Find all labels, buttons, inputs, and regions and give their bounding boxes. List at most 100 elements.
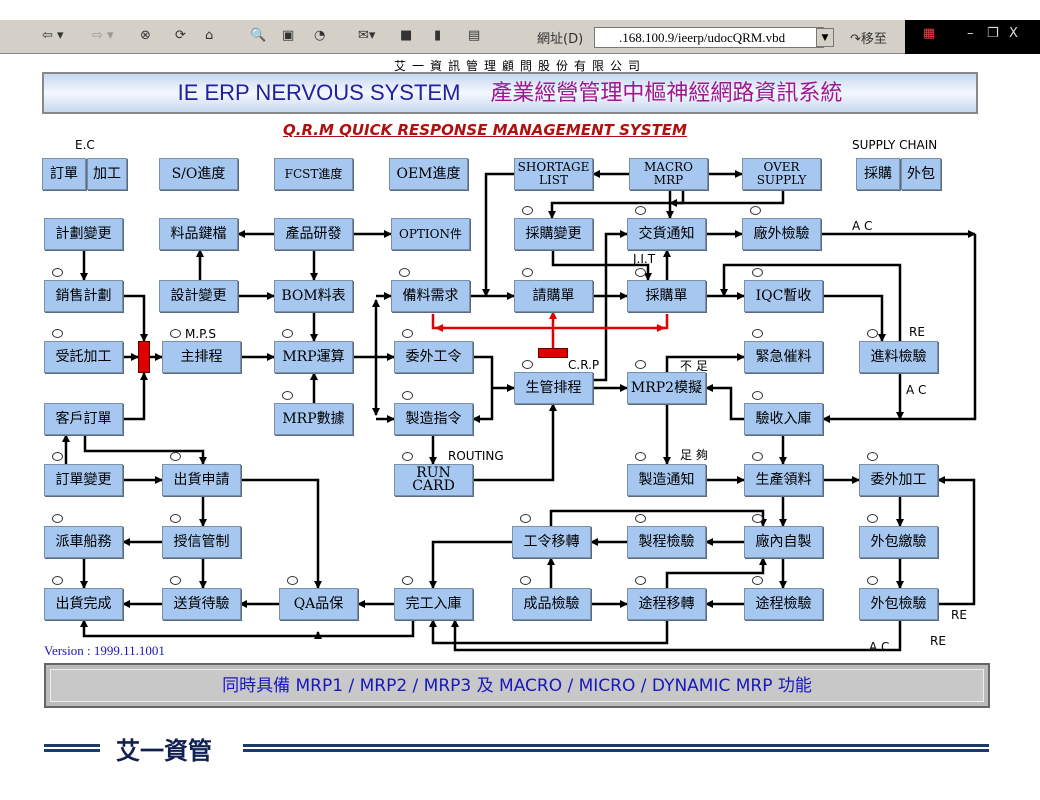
node-so-progress[interactable]: S/O進度 bbox=[159, 158, 238, 190]
status-indicator-icon bbox=[752, 452, 763, 461]
status-indicator-icon bbox=[170, 452, 181, 461]
status-indicator-icon bbox=[402, 576, 413, 585]
node-material-issue[interactable]: 生產領料 bbox=[744, 464, 823, 496]
node-production-schedule[interactable]: 生管排程 bbox=[514, 372, 593, 404]
status-indicator-icon bbox=[752, 329, 763, 338]
node-sales-plan[interactable]: 銷售計劃 bbox=[44, 280, 123, 312]
flow-arrow bbox=[549, 509, 767, 527]
status-indicator-icon bbox=[752, 391, 763, 400]
node-iqc-receipt[interactable]: IQC暫收 bbox=[744, 280, 823, 312]
node-final-inspection[interactable]: 成品檢驗 bbox=[512, 588, 591, 620]
flow-arrow bbox=[937, 476, 976, 606]
node-order[interactable]: 訂單 bbox=[42, 158, 86, 190]
status-indicator-icon bbox=[867, 514, 878, 523]
flow-arrow bbox=[551, 250, 652, 281]
node-work-order[interactable]: 製造指令 bbox=[394, 403, 473, 435]
status-indicator-icon bbox=[402, 452, 413, 461]
node-wo-transfer[interactable]: 工令移轉 bbox=[512, 526, 591, 558]
node-subcontract-submit[interactable]: 外包繳驗 bbox=[859, 526, 938, 558]
status-indicator-icon bbox=[170, 329, 181, 338]
flow-arrow bbox=[451, 619, 902, 652]
node-oem-progress[interactable]: OEM進度 bbox=[389, 158, 468, 190]
node-shipment-complete[interactable]: 出貨完成 bbox=[44, 588, 123, 620]
node-order-change[interactable]: 訂單變更 bbox=[44, 464, 123, 496]
node-fcst-progress[interactable]: FCST進度 bbox=[274, 158, 353, 190]
node-plan-change[interactable]: 計劃變更 bbox=[44, 218, 123, 250]
node-urgent-expedite[interactable]: 緊急催料 bbox=[744, 341, 823, 373]
status-indicator-icon bbox=[752, 268, 763, 277]
node-run-card[interactable]: RUN CARD bbox=[394, 464, 473, 496]
node-subcontract-order[interactable]: 委外工令 bbox=[394, 341, 473, 373]
node-routing-inspection[interactable]: 途程檢驗 bbox=[744, 588, 823, 620]
node-qa[interactable]: QA品保 bbox=[279, 588, 358, 620]
status-indicator-icon bbox=[635, 360, 646, 369]
status-indicator-icon bbox=[52, 268, 63, 277]
flow-arrow bbox=[429, 540, 512, 589]
node-delivery-pending[interactable]: 送貨待驗 bbox=[162, 588, 241, 620]
node-credit-control[interactable]: 授信管制 bbox=[162, 526, 241, 558]
status-indicator-icon bbox=[867, 576, 878, 585]
node-incoming-inspection[interactable]: 進料檢驗 bbox=[859, 341, 938, 373]
flow-arrow bbox=[429, 619, 669, 645]
status-indicator-icon bbox=[635, 268, 646, 277]
node-mfg-notice[interactable]: 製造通知 bbox=[627, 464, 706, 496]
node-macro-mrp[interactable]: MACRO MRP bbox=[629, 158, 708, 190]
status-indicator-icon bbox=[52, 514, 63, 523]
node-outsource[interactable]: 外包 bbox=[901, 158, 941, 190]
flow-arrow bbox=[123, 294, 148, 342]
flow-arrow bbox=[548, 190, 785, 219]
status-indicator-icon bbox=[750, 206, 761, 215]
node-purchase-order[interactable]: 採購單 bbox=[627, 280, 706, 312]
node-dispatch-shipping[interactable]: 派車船務 bbox=[44, 526, 123, 558]
node-design-change[interactable]: 設計變更 bbox=[159, 280, 238, 312]
node-product-rd[interactable]: 產品研發 bbox=[274, 218, 353, 250]
status-indicator-icon bbox=[635, 206, 646, 215]
node-shortage-list[interactable]: SHORTAGE LIST bbox=[514, 158, 593, 190]
node-mrp2-simulation[interactable]: MRP2模擬 bbox=[627, 372, 706, 404]
status-indicator-icon bbox=[52, 329, 63, 338]
node-po-change[interactable]: 採購變更 bbox=[514, 218, 593, 250]
node-routing-transfer[interactable]: 途程移轉 bbox=[627, 588, 706, 620]
flow-arrow bbox=[473, 403, 557, 482]
flow-arrow bbox=[705, 384, 744, 421]
node-mrp-data[interactable]: MRP數據 bbox=[274, 403, 353, 435]
node-mrp-run[interactable]: MRP運算 bbox=[274, 341, 353, 373]
node-subcontract-processing[interactable]: 委外加工 bbox=[859, 464, 938, 496]
node-consigned-processing[interactable]: 受託加工 bbox=[44, 341, 123, 373]
status-indicator-icon bbox=[752, 576, 763, 585]
crp-line bbox=[431, 314, 553, 330]
node-over-supply[interactable]: OVER SUPPLY bbox=[742, 158, 821, 190]
node-external-inspection[interactable]: 廠外檢驗 bbox=[742, 218, 821, 250]
node-requisition[interactable]: 請購單 bbox=[514, 280, 593, 312]
status-indicator-icon bbox=[282, 329, 293, 338]
node-delivery-notice[interactable]: 交貨通知 bbox=[627, 218, 706, 250]
status-indicator-icon bbox=[52, 576, 63, 585]
node-subcontract-inspection[interactable]: 外包檢驗 bbox=[859, 588, 938, 620]
node-completion-storage[interactable]: 完工入庫 bbox=[394, 588, 473, 620]
status-indicator-icon bbox=[522, 206, 533, 215]
status-indicator-icon bbox=[867, 329, 878, 338]
status-indicator-icon bbox=[170, 514, 181, 523]
node-purchase[interactable]: 採購 bbox=[856, 158, 900, 190]
node-in-house[interactable]: 廠內自製 bbox=[744, 526, 823, 558]
node-customer-order[interactable]: 客戶訂單 bbox=[44, 403, 123, 435]
flow-arrow bbox=[669, 190, 685, 207]
node-master-schedule[interactable]: 主排程 bbox=[162, 341, 241, 373]
node-option-part[interactable]: OPTION件 bbox=[391, 218, 470, 250]
node-receiving[interactable]: 驗收入庫 bbox=[744, 403, 823, 435]
flow-arrow bbox=[240, 478, 322, 589]
node-material-demand[interactable]: 備料需求 bbox=[391, 280, 470, 312]
status-indicator-icon bbox=[520, 576, 531, 585]
node-process[interactable]: 加工 bbox=[87, 158, 127, 190]
status-indicator-icon bbox=[867, 452, 878, 461]
status-indicator-icon bbox=[752, 514, 763, 523]
node-bom[interactable]: BOM料表 bbox=[274, 280, 353, 312]
status-indicator-icon bbox=[522, 268, 533, 277]
node-item-master[interactable]: 料品鍵檔 bbox=[159, 218, 238, 250]
status-indicator-icon bbox=[635, 576, 646, 585]
flow-arrow bbox=[665, 557, 767, 588]
node-shipment-request[interactable]: 出貨申請 bbox=[162, 464, 241, 496]
status-indicator-icon bbox=[282, 391, 293, 400]
node-process-inspection[interactable]: 製程檢驗 bbox=[627, 526, 706, 558]
flow-arrow bbox=[472, 355, 494, 423]
